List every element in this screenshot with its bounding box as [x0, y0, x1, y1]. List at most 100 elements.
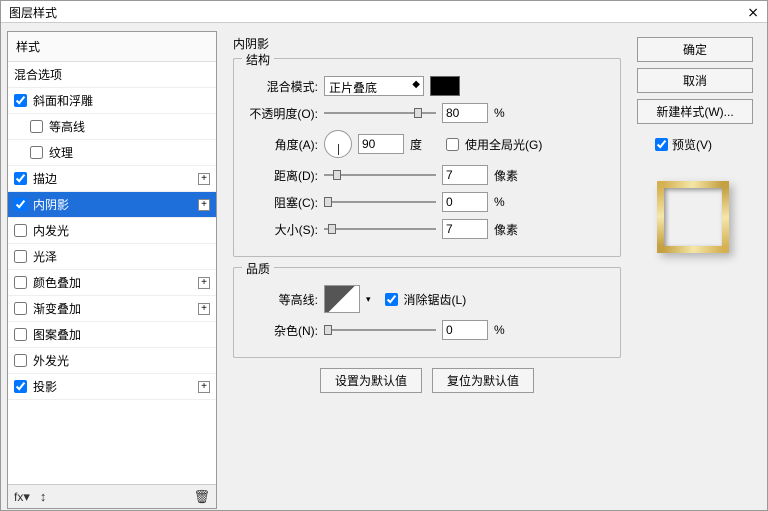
- angle-unit: 度: [410, 136, 440, 153]
- style-checkbox[interactable]: [14, 276, 27, 289]
- choke-slider[interactable]: [324, 196, 436, 208]
- noise-label: 杂色(N):: [246, 322, 318, 339]
- size-input[interactable]: [442, 219, 488, 239]
- styles-footer: fx▾ ↕ 🗑: [8, 484, 216, 508]
- add-effect-icon[interactable]: +: [198, 303, 210, 315]
- size-slider[interactable]: [324, 223, 436, 235]
- style-item-1[interactable]: 斜面和浮雕: [8, 88, 216, 114]
- styles-list-pane: 样式 混合选项斜面和浮雕等高线纹理描边 + 内阴影 + 内发光光泽颜色叠加 + 渐变叠加 + 图…: [7, 31, 217, 509]
- distance-slider[interactable]: [324, 169, 436, 181]
- style-item-5[interactable]: 内阴影 +: [8, 192, 216, 218]
- style-checkbox[interactable]: [14, 380, 27, 393]
- contour-picker[interactable]: [324, 285, 360, 313]
- angle-input[interactable]: [358, 134, 404, 154]
- angle-dial[interactable]: [324, 130, 352, 158]
- arrows-icon[interactable]: ↕: [40, 489, 47, 504]
- preview-thumbnail: [653, 177, 737, 261]
- style-item-6[interactable]: 内发光: [8, 218, 216, 244]
- opacity-input[interactable]: [442, 103, 488, 123]
- antialias-label: 消除锯齿(L): [404, 291, 467, 308]
- size-unit: 像素: [494, 221, 524, 238]
- structure-legend: 结构: [242, 51, 274, 68]
- preview-label: 预览(V): [672, 136, 712, 153]
- new-style-button[interactable]: 新建样式(W)...: [637, 99, 753, 124]
- choke-unit: %: [494, 195, 524, 209]
- style-checkbox[interactable]: [14, 328, 27, 341]
- style-item-3[interactable]: 纹理: [8, 140, 216, 166]
- style-checkbox[interactable]: [30, 146, 43, 159]
- settings-pane: 内阴影 结构 混合模式: 正片叠底◆ 不透明度(O): %: [227, 31, 627, 509]
- action-pane: 确定 取消 新建样式(W)... 预览(V): [637, 31, 761, 509]
- style-checkbox[interactable]: [30, 120, 43, 133]
- style-checkbox[interactable]: [14, 172, 27, 185]
- styles-header[interactable]: 样式: [8, 32, 216, 62]
- style-item-11[interactable]: 外发光: [8, 348, 216, 374]
- add-effect-icon[interactable]: +: [198, 173, 210, 185]
- style-item-8[interactable]: 颜色叠加 +: [8, 270, 216, 296]
- add-effect-icon[interactable]: +: [198, 277, 210, 289]
- style-item-label: 图案叠加: [33, 326, 81, 343]
- style-checkbox[interactable]: [14, 302, 27, 315]
- noise-input[interactable]: [442, 320, 488, 340]
- style-item-0[interactable]: 混合选项: [8, 62, 216, 88]
- style-item-label: 光泽: [33, 248, 57, 265]
- set-default-button[interactable]: 设置为默认值: [320, 368, 422, 393]
- style-checkbox[interactable]: [14, 94, 27, 107]
- style-item-label: 纹理: [49, 144, 73, 161]
- shadow-color-swatch[interactable]: [430, 76, 460, 96]
- opacity-slider[interactable]: [324, 107, 436, 119]
- trash-icon[interactable]: 🗑: [193, 489, 210, 505]
- fx-icon[interactable]: fx▾: [14, 489, 30, 505]
- style-item-7[interactable]: 光泽: [8, 244, 216, 270]
- style-item-label: 等高线: [49, 118, 85, 135]
- style-item-label: 渐变叠加: [33, 300, 81, 317]
- opacity-label: 不透明度(O):: [246, 105, 318, 122]
- style-checkbox[interactable]: [14, 250, 27, 263]
- blend-mode-select[interactable]: 正片叠底◆: [324, 76, 424, 96]
- close-icon[interactable]: ⨯: [747, 4, 759, 19]
- style-checkbox[interactable]: [14, 224, 27, 237]
- style-item-label: 内发光: [33, 222, 69, 239]
- opacity-unit: %: [494, 106, 524, 120]
- style-item-4[interactable]: 描边 +: [8, 166, 216, 192]
- angle-label: 角度(A):: [246, 136, 318, 153]
- style-item-10[interactable]: 图案叠加: [8, 322, 216, 348]
- reset-default-button[interactable]: 复位为默认值: [432, 368, 534, 393]
- choke-label: 阻塞(C):: [246, 194, 318, 211]
- global-light-label: 使用全局光(G): [465, 136, 542, 153]
- blend-mode-label: 混合模式:: [246, 78, 318, 95]
- structure-group: 结构 混合模式: 正片叠底◆ 不透明度(O): % 角度(A):: [233, 58, 621, 257]
- style-item-label: 混合选项: [14, 66, 62, 83]
- style-item-9[interactable]: 渐变叠加 +: [8, 296, 216, 322]
- style-item-label: 外发光: [33, 352, 69, 369]
- style-checkbox[interactable]: [14, 354, 27, 367]
- style-item-label: 斜面和浮雕: [33, 92, 93, 109]
- quality-group: 品质 等高线: ▾ 消除锯齿(L) 杂色(N): %: [233, 267, 621, 358]
- panel-title: 内阴影: [233, 35, 621, 52]
- distance-label: 距离(D):: [246, 167, 318, 184]
- noise-unit: %: [494, 323, 524, 337]
- style-checkbox[interactable]: [14, 198, 27, 211]
- quality-legend: 品质: [242, 260, 274, 277]
- preview-checkbox[interactable]: [655, 138, 668, 151]
- contour-label: 等高线:: [246, 291, 318, 308]
- style-item-label: 颜色叠加: [33, 274, 81, 291]
- distance-input[interactable]: [442, 165, 488, 185]
- style-item-12[interactable]: 投影 +: [8, 374, 216, 400]
- distance-unit: 像素: [494, 167, 524, 184]
- noise-slider[interactable]: [324, 324, 436, 336]
- global-light-checkbox[interactable]: [446, 138, 459, 151]
- add-effect-icon[interactable]: +: [198, 381, 210, 393]
- choke-input[interactable]: [442, 192, 488, 212]
- size-label: 大小(S):: [246, 221, 318, 238]
- ok-button[interactable]: 确定: [637, 37, 753, 62]
- style-item-label: 描边: [33, 170, 57, 187]
- antialias-checkbox[interactable]: [385, 293, 398, 306]
- cancel-button[interactable]: 取消: [637, 68, 753, 93]
- style-item-label: 内阴影: [33, 196, 69, 213]
- chevron-down-icon: ◆: [412, 79, 420, 90]
- style-item-2[interactable]: 等高线: [8, 114, 216, 140]
- add-effect-icon[interactable]: +: [198, 199, 210, 211]
- style-item-label: 投影: [33, 378, 57, 395]
- window-title: 图层样式: [9, 4, 57, 19]
